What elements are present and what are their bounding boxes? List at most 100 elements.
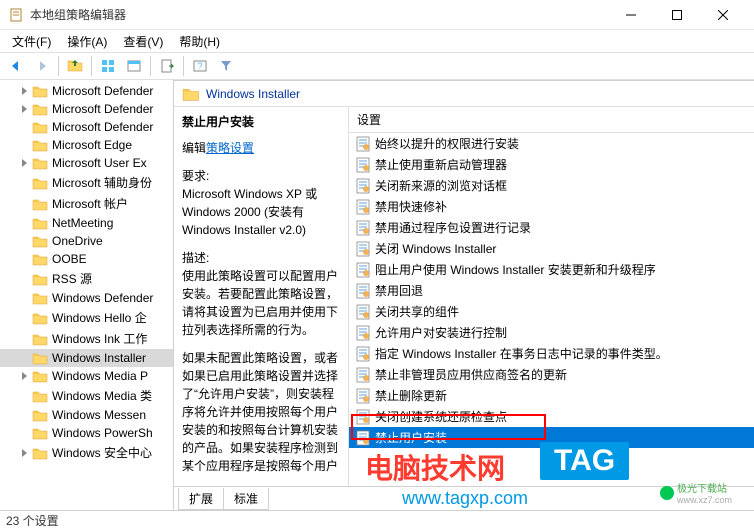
- expand-icon[interactable]: [20, 410, 30, 420]
- tree-item-label: Windows Ink 工作: [52, 330, 147, 347]
- tree-item[interactable]: Microsoft 辅助身份: [0, 172, 173, 193]
- description-label: 描述:: [182, 249, 340, 267]
- menubar: 文件(F) 操作(A) 查看(V) 帮助(H): [0, 30, 754, 52]
- list-column-header[interactable]: 设置: [349, 107, 754, 133]
- list-item-label: 禁止删除更新: [375, 387, 447, 404]
- expand-icon[interactable]: [20, 140, 30, 150]
- policy-icon: [355, 346, 371, 362]
- expand-icon[interactable]: [20, 334, 30, 344]
- folder-icon: [32, 332, 48, 346]
- list-item[interactable]: 禁止使用重新启动管理器: [349, 154, 754, 175]
- folder-icon: [32, 389, 48, 403]
- expand-icon[interactable]: [20, 199, 30, 209]
- folder-icon: [32, 272, 48, 286]
- tree-item[interactable]: Microsoft Edge: [0, 136, 173, 154]
- up-button[interactable]: [63, 54, 87, 78]
- list-item[interactable]: 关闭 Windows Installer: [349, 238, 754, 259]
- tree-item[interactable]: Windows Messen: [0, 406, 173, 424]
- menu-action[interactable]: 操作(A): [59, 31, 115, 52]
- list-item[interactable]: 始终以提升的权限进行安装: [349, 133, 754, 154]
- app-icon: [8, 7, 24, 23]
- tree-item[interactable]: Microsoft Defender: [0, 82, 173, 100]
- tree-item[interactable]: Windows Defender: [0, 289, 173, 307]
- back-button[interactable]: [4, 54, 28, 78]
- list-item[interactable]: 禁止删除更新: [349, 385, 754, 406]
- show-options-button[interactable]: [96, 54, 120, 78]
- tree-item[interactable]: Windows PowerSh: [0, 424, 173, 442]
- tree-item[interactable]: Microsoft Defender: [0, 118, 173, 136]
- list-item[interactable]: 关闭新来源的浏览对话框: [349, 175, 754, 196]
- policy-icon: [355, 409, 371, 425]
- tree-item[interactable]: Microsoft 帐户: [0, 193, 173, 214]
- list-item[interactable]: 指定 Windows Installer 在事务日志中记录的事件类型。: [349, 343, 754, 364]
- tab-standard[interactable]: 标准: [223, 488, 269, 510]
- view-tabs: 扩展 标准: [174, 486, 754, 510]
- tree-item[interactable]: OneDrive: [0, 232, 173, 250]
- tree-item[interactable]: Windows Ink 工作: [0, 328, 173, 349]
- expand-icon[interactable]: [20, 293, 30, 303]
- tree-item[interactable]: Windows Installer: [0, 349, 173, 367]
- folder-icon: [32, 84, 48, 98]
- list-item[interactable]: 阻止用户使用 Windows Installer 安装更新和升级程序: [349, 259, 754, 280]
- expand-icon[interactable]: [20, 158, 30, 168]
- expand-icon[interactable]: [20, 391, 30, 401]
- tree-item-label: Windows Media P: [52, 369, 148, 383]
- expand-icon[interactable]: [20, 448, 30, 458]
- policy-icon: [355, 136, 371, 152]
- window-title: 本地组策略编辑器: [30, 6, 608, 23]
- minimize-button[interactable]: [608, 0, 654, 30]
- list-item[interactable]: 允许用户对安装进行控制: [349, 322, 754, 343]
- folder-icon: [32, 138, 48, 152]
- expand-icon[interactable]: [20, 218, 30, 228]
- tree-item[interactable]: RSS 源: [0, 268, 173, 289]
- list-item[interactable]: 禁用通过程序包设置进行记录: [349, 217, 754, 238]
- tree-item-label: Windows Defender: [52, 291, 153, 305]
- help-button[interactable]: ?: [188, 54, 212, 78]
- menu-file[interactable]: 文件(F): [4, 31, 59, 52]
- edit-policy-link[interactable]: 策略设置: [206, 141, 254, 155]
- tree-item[interactable]: Windows Media P: [0, 367, 173, 385]
- tree-item[interactable]: Windows Hello 企: [0, 307, 173, 328]
- expand-icon[interactable]: [20, 313, 30, 323]
- list-item[interactable]: 禁止用户安装: [349, 427, 754, 448]
- list-item[interactable]: 禁用回退: [349, 280, 754, 301]
- export-button[interactable]: [155, 54, 179, 78]
- list-item[interactable]: 禁止非管理员应用供应商签名的更新: [349, 364, 754, 385]
- list-item[interactable]: 关闭共享的组件: [349, 301, 754, 322]
- expand-icon[interactable]: [20, 371, 30, 381]
- filter-button[interactable]: [214, 54, 238, 78]
- content-header: Windows Installer: [174, 81, 754, 107]
- list-item[interactable]: 禁用快速修补: [349, 196, 754, 217]
- expand-icon[interactable]: [20, 428, 30, 438]
- tab-extended[interactable]: 扩展: [178, 488, 224, 510]
- expand-icon[interactable]: [20, 236, 30, 246]
- menu-help[interactable]: 帮助(H): [171, 31, 228, 52]
- tree-item[interactable]: OOBE: [0, 250, 173, 268]
- right-panel: Windows Installer 禁止用户安装 编辑策略设置 要求: Micr…: [174, 80, 754, 510]
- list-item-label: 始终以提升的权限进行安装: [375, 135, 519, 152]
- tree-item-label: Windows Media 类: [52, 387, 152, 404]
- maximize-button[interactable]: [654, 0, 700, 30]
- list-item[interactable]: 关闭创建系统还原检查点: [349, 406, 754, 427]
- expand-icon[interactable]: [20, 254, 30, 264]
- close-button[interactable]: [700, 0, 746, 30]
- expand-icon[interactable]: [20, 274, 30, 284]
- tree-item-label: Microsoft Defender: [52, 102, 153, 116]
- expand-icon[interactable]: [20, 353, 30, 363]
- expand-icon[interactable]: [20, 178, 30, 188]
- menu-view[interactable]: 查看(V): [115, 31, 171, 52]
- tree-panel[interactable]: Microsoft DefenderMicrosoft DefenderMicr…: [0, 80, 174, 510]
- expand-icon[interactable]: [20, 104, 30, 114]
- forward-button[interactable]: [30, 54, 54, 78]
- folder-icon: [32, 176, 48, 190]
- properties-button[interactable]: [122, 54, 146, 78]
- expand-icon[interactable]: [20, 122, 30, 132]
- tree-item[interactable]: NetMeeting: [0, 214, 173, 232]
- toolbar: ?: [0, 52, 754, 80]
- tree-item[interactable]: Microsoft User Ex: [0, 154, 173, 172]
- tree-item[interactable]: Microsoft Defender: [0, 100, 173, 118]
- tree-item-label: OOBE: [52, 252, 87, 266]
- tree-item[interactable]: Windows Media 类: [0, 385, 173, 406]
- tree-item[interactable]: Windows 安全中心: [0, 442, 173, 463]
- expand-icon[interactable]: [20, 86, 30, 96]
